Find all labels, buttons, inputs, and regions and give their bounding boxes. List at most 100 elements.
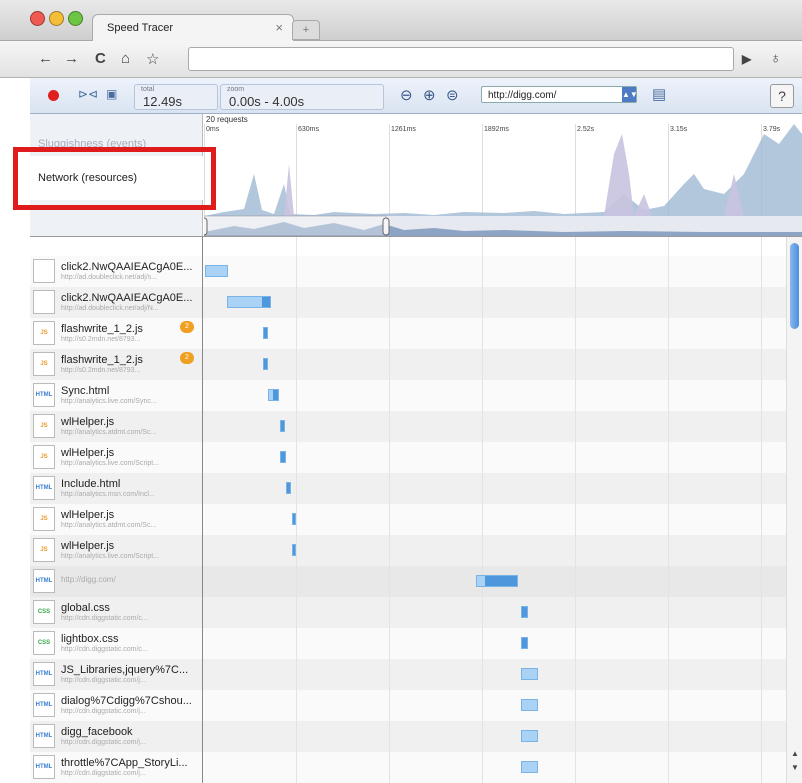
clear-icon[interactable]: ⊳⊲ [78,87,98,101]
total-value: 12.49s [143,94,183,109]
resource-row[interactable]: HTML JS_Libraries,jquery%7C... http://cdn.… [30,659,202,690]
file-type-icon: HTML [33,569,55,593]
resource-timing-bar[interactable] [227,296,272,308]
resource-name: global.css [61,602,110,614]
resource-timing-bar[interactable] [279,451,286,463]
file-type-icon: CSS [33,631,55,655]
resource-timing-bar[interactable] [268,389,279,401]
resource-timing-bar[interactable] [263,327,269,339]
file-type-icon: HTML [33,476,55,500]
resource-timing-bar[interactable] [285,482,292,494]
record-button[interactable] [48,90,59,101]
vertical-scrollbar[interactable]: ▲ ▼ [786,237,802,783]
tab-speed-tracer[interactable]: Speed Tracer × [92,14,294,41]
scrollbar-thumb[interactable] [790,243,799,329]
timeline-row[interactable] [203,287,786,318]
resource-row[interactable]: click2.NwQAAIEACgA0E... http://ad.doublec… [30,287,202,318]
zoom-fit-icon[interactable]: ⊜ [446,86,459,104]
resource-timing-bar[interactable] [279,420,286,432]
resource-row[interactable]: CSS lightbox.css http://cdn.diggstatic.com… [30,628,202,659]
hint-badge[interactable]: 2 [180,352,194,364]
resource-row[interactable]: JS wlHelper.js http://analytics.atdmt.com/… [30,504,202,535]
save-icon[interactable]: ▣ [106,87,117,101]
resource-timing-bar[interactable] [520,637,528,649]
resource-timing-bar[interactable] [520,699,539,711]
forward-icon[interactable]: → [64,50,79,67]
timeline-row[interactable] [203,256,786,287]
resource-row[interactable]: JS wlHelper.js http://analytics.atdmt.com/… [30,411,202,442]
response-segment [272,390,278,400]
resource-row[interactable]: HTML http://digg.com/ [30,566,202,597]
timeline-row[interactable] [203,752,786,783]
resource-url: http://s0.2mdn.net/8793... [61,336,141,343]
resource-timing-bar[interactable] [520,606,528,618]
resource-row[interactable]: HTML Sync.html http://analytics.live.com/S… [30,380,202,411]
resource-row[interactable]: JS flashwrite_1_2.js http://s0.2mdn.net/87… [30,349,202,380]
reload-icon[interactable]: C [95,50,106,67]
home-icon[interactable]: ⌂ [121,50,130,67]
resource-timing-bar[interactable] [204,265,229,277]
page-url-select[interactable]: http://digg.com/ ▲▼ [481,86,638,103]
zoom-out-icon[interactable]: ⊖ [400,86,413,104]
address-bar[interactable] [188,47,734,71]
timeline-row[interactable] [203,535,786,566]
resource-row[interactable]: HTML Include.html http://analytics.msn.com… [30,473,202,504]
browser-window: Speed Tracer × + ← → C ⌂ ☆ ▶ ♁ ⊳⊲ ▣ tota… [0,0,802,783]
timeline-row[interactable] [203,721,786,752]
resource-timing-bar[interactable] [520,730,539,742]
close-window-button[interactable] [30,11,45,26]
resource-list: click2.NwQAAIEACgA0E... http://ad.doublec… [30,237,203,783]
timeline-row[interactable] [203,597,786,628]
resource-row[interactable]: JS flashwrite_1_2.js http://s0.2mdn.net/87… [30,318,202,349]
resource-timing-bar[interactable] [475,575,518,587]
timeline-row[interactable] [203,504,786,535]
resource-row[interactable]: JS wlHelper.js http://analytics.live.com/S… [30,535,202,566]
zoom-in-icon[interactable]: ⊕ [423,86,436,104]
highlight-annotation-box [13,147,216,210]
resource-row[interactable]: JS wlHelper.js http://analytics.live.com/S… [30,442,202,473]
dropdown-arrow-icon[interactable]: ▲▼ [622,87,638,102]
minimize-window-button[interactable] [49,11,64,26]
new-tab-button[interactable]: + [292,20,320,40]
resource-timing-bar[interactable] [291,513,297,525]
resource-row[interactable]: click2.NwQAAIEACgA0E... http://ad.doublec… [30,256,202,287]
resource-row[interactable]: HTML dialog%7Cdigg%7Cshou... http://cdn.di… [30,690,202,721]
resource-url: http://cdn.diggstatic.com/j... [61,708,146,715]
scroll-up-icon[interactable]: ▲ [791,749,799,758]
speed-tracer-toolbar: ⊳⊲ ▣ total 12.49s zoom 0.00s - 4.00s ⊖ ⊕… [30,78,802,114]
resource-url: http://digg.com/ [61,575,116,584]
bookmark-star-icon[interactable]: ☆ [146,50,159,68]
timeline-row[interactable] [203,380,786,411]
resource-name: wlHelper.js [61,509,115,521]
back-icon[interactable]: ← [38,50,53,67]
total-label: total [141,86,155,93]
zoom-window-button[interactable] [68,11,83,26]
total-time-display: total 12.49s [134,84,218,110]
timeline-row[interactable] [203,411,786,442]
resource-row[interactable]: CSS global.css http://cdn.diggstatic.com/c… [30,597,202,628]
resource-timing-bar[interactable] [291,544,297,556]
timeline-row[interactable] [203,628,786,659]
resource-name: flashwrite_1_2.js [61,354,143,366]
response-segment [484,576,517,586]
tab-title: Speed Tracer [107,22,174,34]
hint-badge[interactable]: 2 [180,321,194,333]
resource-row[interactable]: HTML throttle%7CApp_StoryLi... http://cdn.… [30,752,202,783]
resource-timing-bar[interactable] [520,761,539,773]
tab-close-icon[interactable]: × [275,20,283,35]
help-button[interactable]: ? [770,84,794,108]
timeline-row[interactable] [203,690,786,721]
resource-name: click2.NwQAAIEACgA0E... [61,261,193,273]
timeline-row[interactable] [203,659,786,690]
resource-row[interactable]: HTML digg_facebook http://cdn.diggstatic.c… [30,721,202,752]
timeline-row[interactable] [203,442,786,473]
file-type-icon: JS [33,538,55,562]
monitor-icon[interactable]: ▤ [652,85,666,103]
go-icon[interactable]: ▶ [742,52,751,66]
timeline-row[interactable] [203,349,786,380]
resource-timing-bar[interactable] [263,358,269,370]
resource-timing-bar[interactable] [520,668,539,680]
scroll-down-icon[interactable]: ▼ [791,763,799,772]
wrench-icon[interactable]: ♁ [770,50,781,67]
timeline-row[interactable] [203,318,786,349]
